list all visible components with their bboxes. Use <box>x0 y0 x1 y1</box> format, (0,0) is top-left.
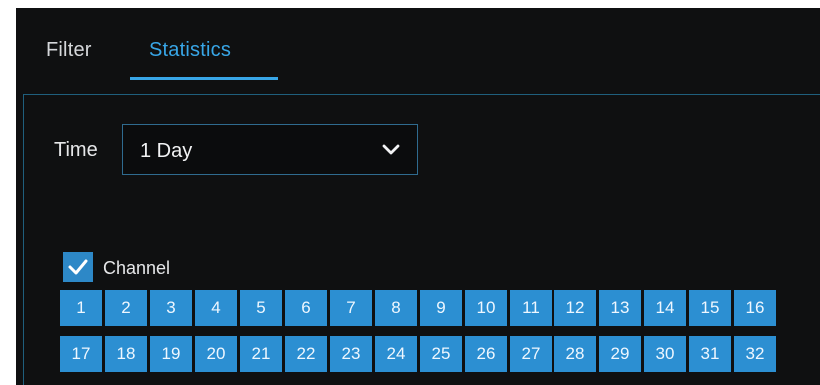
channel-button-15[interactable]: 15 <box>689 290 731 326</box>
channel-button-20[interactable]: 20 <box>195 336 237 372</box>
tab-statistics[interactable]: Statistics <box>149 39 231 62</box>
channel-button-32[interactable]: 32 <box>734 336 776 372</box>
channel-button-19[interactable]: 19 <box>150 336 192 372</box>
channel-selector: Channel <box>63 251 243 282</box>
time-select-value: 1 Day <box>140 140 193 162</box>
channel-button-23[interactable]: 23 <box>330 336 372 372</box>
channel-button-17[interactable]: 17 <box>60 336 102 372</box>
channel-button-31[interactable]: 31 <box>689 336 731 372</box>
time-select[interactable]: 1 Day <box>122 124 418 175</box>
screen-background: Filter Statistics Time 1 Day Channel 123… <box>0 0 820 385</box>
tab-bar: Filter Statistics <box>16 8 820 86</box>
channel-button-10[interactable]: 10 <box>465 290 507 326</box>
channel-label: Channel <box>103 258 171 278</box>
channel-button-1[interactable]: 1 <box>60 290 102 326</box>
channel-button-28[interactable]: 28 <box>554 336 596 372</box>
active-tab-underline <box>130 77 278 80</box>
channel-checkbox[interactable] <box>63 252 93 282</box>
channel-button-3[interactable]: 3 <box>150 290 192 326</box>
time-label: Time <box>54 139 98 161</box>
statistics-panel: Filter Statistics Time 1 Day Channel 123… <box>16 8 820 385</box>
channel-button-30[interactable]: 30 <box>644 336 686 372</box>
channel-button-6[interactable]: 6 <box>285 290 327 326</box>
channel-button-9[interactable]: 9 <box>420 290 462 326</box>
channel-button-25[interactable]: 25 <box>420 336 462 372</box>
channel-button-16[interactable]: 16 <box>734 290 776 326</box>
channel-button-4[interactable]: 4 <box>195 290 237 326</box>
channel-button-2[interactable]: 2 <box>105 290 147 326</box>
channel-button-26[interactable]: 26 <box>465 336 507 372</box>
channel-button-12[interactable]: 12 <box>554 290 596 326</box>
channel-button-27[interactable]: 27 <box>510 336 552 372</box>
channel-button-24[interactable]: 24 <box>375 336 417 372</box>
chevron-down-icon <box>382 144 400 155</box>
channel-button-18[interactable]: 18 <box>105 336 147 372</box>
checkmark-icon <box>68 259 88 275</box>
channel-button-21[interactable]: 21 <box>240 336 282 372</box>
channel-button-22[interactable]: 22 <box>285 336 327 372</box>
channel-button-5[interactable]: 5 <box>240 290 282 326</box>
channel-button-29[interactable]: 29 <box>599 336 641 372</box>
tab-filter[interactable]: Filter <box>46 39 92 62</box>
channel-button-7[interactable]: 7 <box>330 290 372 326</box>
channel-button-11[interactable]: 11 <box>510 290 552 326</box>
channel-button-8[interactable]: 8 <box>375 290 417 326</box>
channel-button-13[interactable]: 13 <box>599 290 641 326</box>
channel-button-14[interactable]: 14 <box>644 290 686 326</box>
